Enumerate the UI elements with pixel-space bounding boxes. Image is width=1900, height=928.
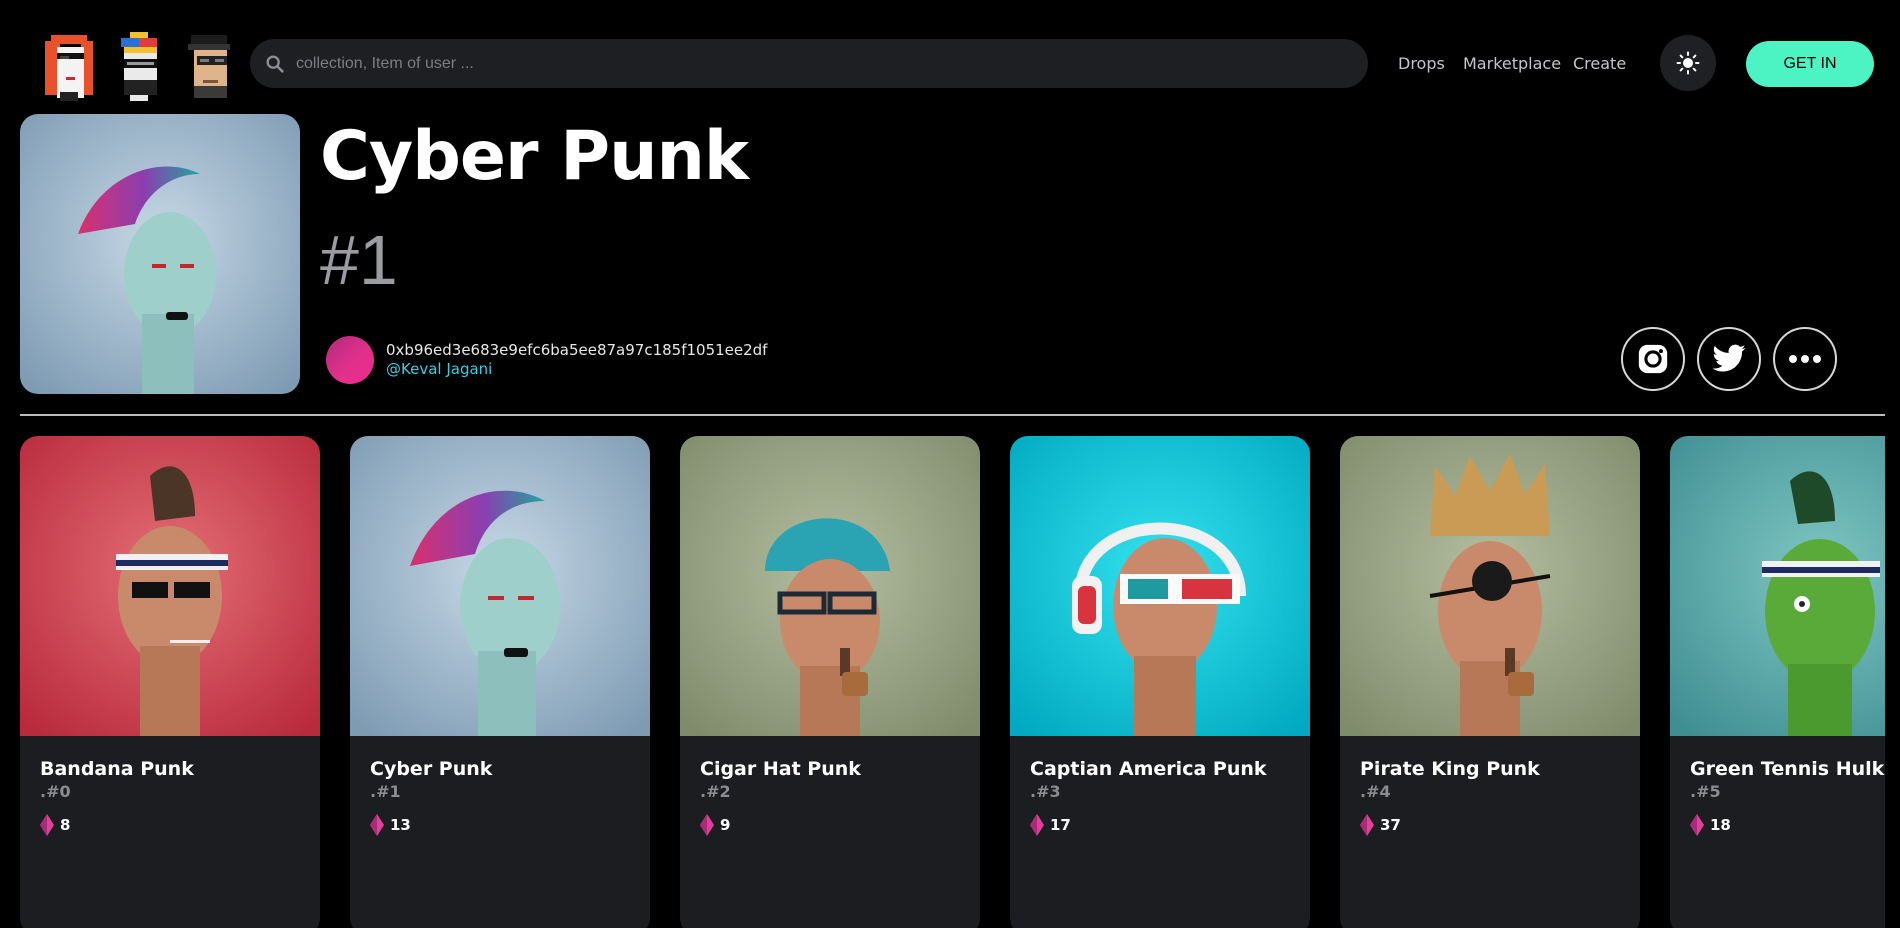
owner-profile-link[interactable]: @Keval Jagani <box>386 360 492 378</box>
nft-card[interactable]: Cigar Hat Punk .#2 9 <box>680 436 980 928</box>
nft-price: 13 <box>370 814 411 836</box>
punk-logo-cap-glasses[interactable] <box>170 26 248 104</box>
nft-number: .#4 <box>1360 782 1391 801</box>
nft-name: Cyber Punk <box>370 758 493 780</box>
nft-price-value: 13 <box>390 816 411 834</box>
nft-card[interactable]: Green Tennis Hulk Punk .#5 18 <box>1670 436 1885 928</box>
nft-card[interactable]: Cyber Punk .#1 13 <box>350 436 650 928</box>
nft-card[interactable]: Pirate King Punk .#4 37 <box>1340 436 1640 928</box>
nft-name: Pirate King Punk <box>1360 758 1540 780</box>
nft-price: 37 <box>1360 814 1401 836</box>
get-in-button[interactable]: GET IN <box>1746 41 1874 87</box>
nft-image-captian-america-punk <box>1010 436 1310 736</box>
nft-image-cyber-punk <box>350 436 650 736</box>
nft-price: 18 <box>1690 814 1731 836</box>
nft-price: 8 <box>40 814 70 836</box>
more-options-button[interactable] <box>1773 327 1837 391</box>
page-title: Cyber Punk <box>320 117 749 196</box>
hero-nft-image <box>20 114 300 394</box>
nft-price-value: 37 <box>1380 816 1401 834</box>
punk-logo-propeller-cap[interactable] <box>100 26 178 104</box>
nft-number: .#2 <box>700 782 731 801</box>
nft-name: Green Tennis Hulk Punk <box>1690 758 1885 780</box>
nft-card[interactable]: Bandana Punk .#0 8 <box>20 436 320 928</box>
eth-icon <box>1030 814 1044 836</box>
nft-price: 9 <box>700 814 730 836</box>
instagram-button[interactable] <box>1621 327 1685 391</box>
theme-toggle-button[interactable] <box>1660 35 1716 91</box>
nft-name: Captian America Punk <box>1030 758 1267 780</box>
owner-address: 0xb96ed3e683e9efc6ba5ee87a97c185f1051ee2… <box>386 341 768 359</box>
nav-marketplace[interactable]: Marketplace <box>1463 54 1561 73</box>
nft-price-value: 9 <box>720 816 731 834</box>
eth-icon <box>1360 814 1374 836</box>
nft-image-cigar-hat-punk <box>680 436 980 736</box>
punk-logo-red-hair[interactable] <box>30 26 108 104</box>
twitter-icon <box>1712 344 1746 372</box>
eth-icon <box>700 814 714 836</box>
search-input[interactable] <box>294 53 1338 74</box>
more-icon <box>1789 355 1821 363</box>
search-icon <box>266 54 284 73</box>
nft-number: .#5 <box>1690 782 1721 801</box>
nav-create[interactable]: Create <box>1573 54 1626 73</box>
eth-icon <box>40 814 54 836</box>
nft-name: Cigar Hat Punk <box>700 758 861 780</box>
eth-icon <box>1690 814 1704 836</box>
search-bar[interactable] <box>250 39 1368 88</box>
top-navbar: Drops Marketplace Create GET IN <box>0 0 1900 112</box>
nft-price-value: 8 <box>60 816 71 834</box>
nft-name: Bandana Punk <box>40 758 194 780</box>
token-id: #1 <box>320 221 398 299</box>
nft-image-bandana-punk <box>20 436 320 736</box>
sun-icon <box>1676 51 1700 75</box>
nft-number: .#0 <box>40 782 71 801</box>
nft-number: .#3 <box>1030 782 1061 801</box>
nft-image-green-tennis-hulk-punk <box>1670 436 1885 736</box>
owner-avatar[interactable] <box>326 336 374 384</box>
eth-icon <box>370 814 384 836</box>
section-divider <box>20 414 1885 416</box>
nft-price-value: 18 <box>1710 816 1731 834</box>
nft-number: .#1 <box>370 782 401 801</box>
nav-drops[interactable]: Drops <box>1398 54 1445 73</box>
nft-price-value: 17 <box>1050 816 1071 834</box>
nft-price: 17 <box>1030 814 1071 836</box>
nft-card[interactable]: Captian America Punk .#3 17 <box>1010 436 1310 928</box>
nft-card-row: Bandana Punk .#0 8 Cyber Punk .#1 13 Cig… <box>0 436 1885 928</box>
instagram-icon <box>1638 344 1668 374</box>
twitter-button[interactable] <box>1697 327 1761 391</box>
nft-image-pirate-king-punk <box>1340 436 1640 736</box>
